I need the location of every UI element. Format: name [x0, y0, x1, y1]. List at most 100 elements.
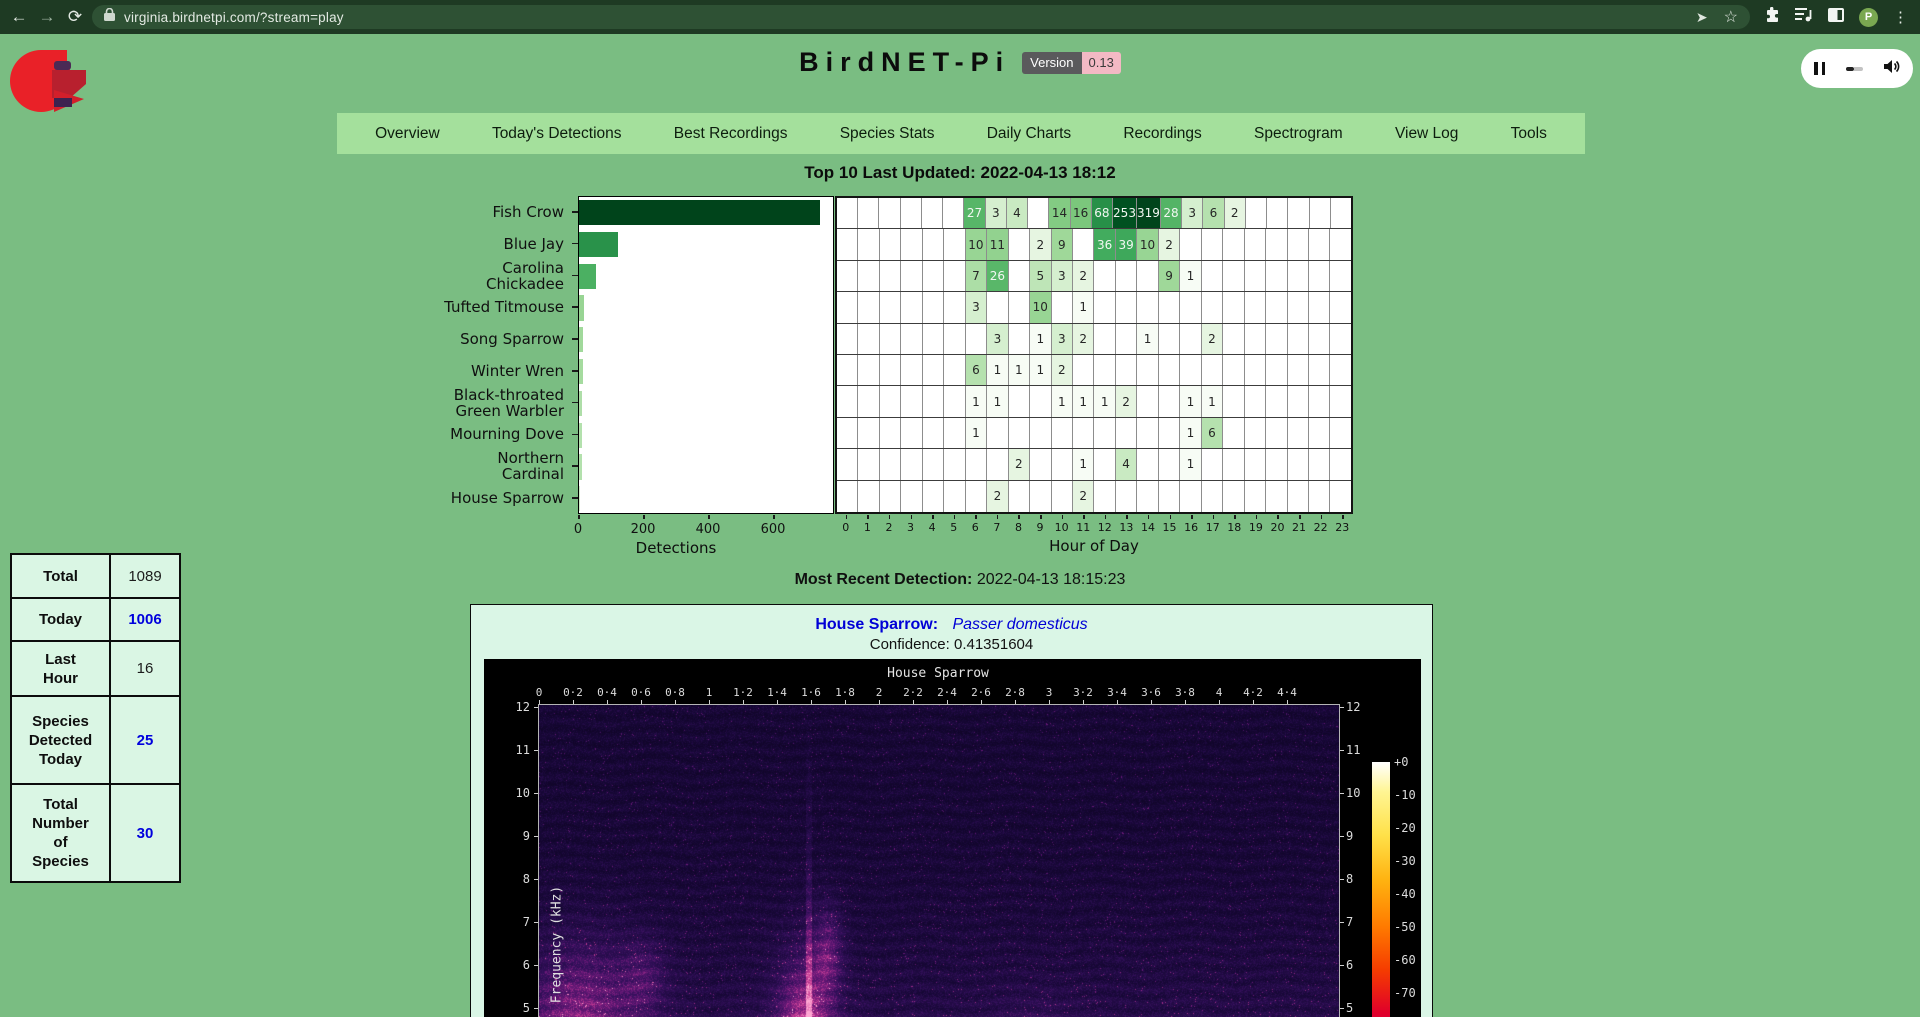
- heatmap-cell: [1309, 324, 1330, 354]
- spectrogram-x-tick: [539, 700, 540, 704]
- heatmap-cell: [1266, 261, 1287, 291]
- side-panel-icon[interactable]: [1828, 8, 1844, 27]
- axis-tick: [889, 515, 891, 519]
- spectrogram-x-tick: [1015, 700, 1016, 704]
- heatmap-cell: [1309, 355, 1330, 385]
- heatmap-cell: [880, 481, 901, 512]
- spectrogram-x-tick-label: 1: [706, 686, 713, 699]
- detections-bar: [579, 232, 618, 257]
- stat-value[interactable]: 1006: [110, 598, 180, 641]
- colorbar-tick-label: -60: [1394, 953, 1416, 967]
- hour-axis-tick-label: 2: [885, 521, 892, 534]
- heatmap-cell: [987, 292, 1008, 322]
- spectrogram-y-tick-label: 8: [500, 872, 530, 886]
- spectrogram-y-tick-label: 9: [500, 829, 530, 843]
- heatmap-cell: [1009, 418, 1030, 448]
- heatmap-cell: [1245, 355, 1266, 385]
- heatmap-cell: [1330, 292, 1350, 322]
- back-button[interactable]: ←: [6, 0, 32, 34]
- volume-icon[interactable]: [1884, 59, 1900, 79]
- send-icon[interactable]: ➤: [1696, 9, 1708, 26]
- heatmap-cell: [1330, 449, 1350, 479]
- heatmap-cell: [1180, 355, 1201, 385]
- heatmap-cell: 11: [987, 229, 1008, 259]
- extensions-icon[interactable]: [1764, 7, 1780, 28]
- heatmap-cell: 3: [1052, 261, 1073, 291]
- nav-item-tools[interactable]: Tools: [1511, 125, 1547, 143]
- hour-axis-tick-label: 7: [993, 521, 1000, 534]
- heatmap-cell: [858, 229, 879, 259]
- reload-button[interactable]: ⟳: [62, 0, 88, 34]
- detection-species-link[interactable]: House Sparrow:: [815, 616, 938, 633]
- heatmap-cell: [1094, 481, 1115, 512]
- heatmap-cell: [966, 324, 987, 354]
- heatmap-cell: [1116, 292, 1137, 322]
- heatmap-cell: 2: [987, 481, 1008, 512]
- nav-item-recordings[interactable]: Recordings: [1123, 125, 1201, 143]
- spectrogram-y-tick-label: 10: [1346, 786, 1360, 800]
- heatmap-cell: [987, 418, 1008, 448]
- url-bar[interactable]: virginia.birdnetpi.com/?stream=play ➤ ☆: [92, 5, 1750, 29]
- spectrogram-y-tick: [1340, 922, 1344, 923]
- heatmap-cell: 2: [1030, 229, 1051, 259]
- heatmap-cell: [966, 449, 987, 479]
- spectrogram-x-tick-label: 0·8: [665, 686, 685, 699]
- heatmap-cell: [1288, 449, 1309, 479]
- heatmap-cell: [1137, 481, 1158, 512]
- hour-axis-tick-label: 1: [864, 521, 871, 534]
- axis-tick: [1277, 515, 1279, 519]
- heatmap-cell: [1245, 229, 1266, 259]
- heatmap-cell: [944, 481, 965, 512]
- forward-button[interactable]: →: [34, 0, 60, 34]
- detections-bar: [579, 359, 583, 384]
- spectrogram-y-tick-label: 9: [1346, 829, 1353, 843]
- spectrogram-x-tick: [1083, 700, 1084, 704]
- url-text[interactable]: virginia.birdnetpi.com/?stream=play: [124, 10, 344, 25]
- seek-slider[interactable]: [1846, 67, 1863, 71]
- audio-player[interactable]: [1801, 49, 1913, 88]
- heatmap-cell: [1223, 261, 1244, 291]
- nav-item-spectrogram[interactable]: Spectrogram: [1254, 125, 1343, 143]
- nav-item-view-log[interactable]: View Log: [1395, 125, 1458, 143]
- nav-item-today-s-detections[interactable]: Today's Detections: [492, 125, 622, 143]
- stat-value: 16: [110, 641, 180, 696]
- profile-avatar[interactable]: P: [1859, 8, 1878, 27]
- nav-item-daily-charts[interactable]: Daily Charts: [987, 125, 1071, 143]
- heatmap-cell: 6: [1202, 418, 1223, 448]
- stat-value[interactable]: 30: [110, 784, 180, 882]
- pause-button[interactable]: [1814, 62, 1825, 75]
- heatmap-cell: [1116, 355, 1137, 385]
- heatmap-cell: [1159, 324, 1180, 354]
- media-controls-icon[interactable]: [1795, 7, 1813, 27]
- heatmap-cell: [837, 292, 858, 322]
- heatmap-cell: [901, 292, 922, 322]
- bookmark-star-icon[interactable]: ☆: [1724, 7, 1738, 27]
- spectrogram-y-tick: [1340, 836, 1344, 837]
- heatmap-cell: 1: [1180, 386, 1201, 416]
- spectrogram-y-tick-label: 10: [500, 786, 530, 800]
- spectrogram-image: [539, 705, 1339, 1017]
- heatmap-cell: [1288, 229, 1309, 259]
- axis-tick: [1083, 515, 1085, 519]
- nav-item-species-stats[interactable]: Species Stats: [840, 125, 935, 143]
- heatmap-cell: [1288, 261, 1309, 291]
- menu-kebab-icon[interactable]: ⋮: [1893, 8, 1908, 26]
- spectrogram-x-tick: [1151, 700, 1152, 704]
- spectrogram-y-tick-label: 12: [1346, 700, 1360, 714]
- heatmap-cell: [1052, 481, 1073, 512]
- heatmap-cell: [1052, 292, 1073, 322]
- heatmap-cell: [880, 355, 901, 385]
- confidence-value: 0.41351604: [954, 636, 1033, 653]
- species-label: Tufted Titmouse: [360, 291, 572, 323]
- axis-tick: [572, 434, 578, 436]
- heatmap-cell: [1202, 229, 1223, 259]
- stat-value[interactable]: 25: [110, 696, 180, 784]
- heatmap-cell: [1223, 481, 1244, 512]
- hour-axis-tick-label: 10: [1055, 521, 1069, 534]
- spectrogram-y-tick: [1340, 1008, 1344, 1009]
- nav-item-overview[interactable]: Overview: [375, 125, 440, 143]
- axis-tick: [643, 515, 645, 519]
- heatmap-cell: 39: [1116, 229, 1137, 259]
- heatmap-cell: [1267, 198, 1288, 228]
- nav-item-best-recordings[interactable]: Best Recordings: [674, 125, 788, 143]
